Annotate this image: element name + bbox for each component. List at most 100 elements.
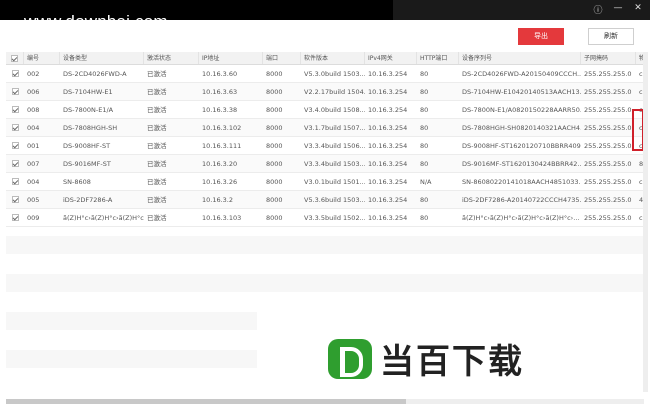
info-icon[interactable]: ⓘ	[592, 3, 604, 16]
empty-row	[6, 350, 257, 368]
column-header[interactable]: HTTP端口	[417, 52, 459, 64]
horizontal-scrollbar[interactable]	[6, 399, 644, 404]
select-all-cell	[6, 52, 24, 64]
table-cell: 8000	[266, 106, 283, 114]
row-select-cell	[6, 137, 24, 154]
table-row[interactable]: 007 DS-9016MF-ST 已激活 10.16.3.20 8000 V3.3.4bu…	[6, 155, 644, 173]
table-cell: V3.3.4build 1503...	[304, 160, 365, 168]
scrollbar-thumb[interactable]	[6, 399, 406, 404]
table-cell: 已激活	[147, 214, 167, 222]
table-cell: 已激活	[147, 178, 167, 186]
column-header[interactable]: 编号	[24, 52, 60, 64]
table-cell: 8000	[266, 88, 283, 96]
table-cell: DS-7104HW-E10420140513AACH13...	[462, 88, 581, 96]
row-checkbox[interactable]	[12, 88, 19, 95]
table-row[interactable]: 002 DS-2CD4026FWD-A 已激活 10.16.3.60 8000 V5.3.…	[6, 65, 644, 83]
table-cell: 255.255.255.0	[584, 88, 632, 96]
table-cell: V5.3.0build 1503...	[304, 70, 365, 78]
table-cell: 8000	[266, 160, 283, 168]
table-cell: V3.0.1build 1501...	[304, 178, 365, 186]
table-cell: 10.16.3.254	[368, 142, 408, 150]
table-row[interactable]: 006 DS-7104HW-E1 已激活 10.16.3.63 8000 V2.2.17b…	[6, 83, 644, 101]
table-cell: V3.1.7build 1507...	[304, 124, 365, 132]
table-cell: 10.16.3.102	[202, 124, 242, 132]
table-cell: 10.16.3.103	[202, 214, 242, 222]
table-cell: 255.255.255.0	[584, 178, 632, 186]
column-header[interactable]: 软件版本	[301, 52, 365, 64]
table-cell: 255.255.255.0	[584, 142, 632, 150]
table-cell: V3.3.5build 1502...	[304, 214, 365, 222]
table-cell: 001	[27, 142, 40, 150]
row-select-cell	[6, 209, 24, 226]
table-cell: DS-7808HGH-SH	[63, 124, 118, 132]
column-header[interactable]: 子网掩码	[581, 52, 636, 64]
column-header[interactable]: 端口	[263, 52, 301, 64]
row-checkbox[interactable]	[12, 70, 19, 77]
column-header[interactable]: 设备类型	[60, 52, 144, 64]
export-button[interactable]: 导出	[518, 28, 564, 45]
table-row[interactable]: 008 DS-7800N-E1/A 已激活 10.16.3.38 8000 V3.4.0b…	[6, 101, 644, 119]
table-row[interactable]: 005 iDS-2DF7286-A 已激活 10.16.3.2 8000 V5.3.6bu…	[6, 191, 644, 209]
table-cell: 10.16.3.254	[368, 106, 408, 114]
table-row[interactable]: 009 ã(Z)H°c›ã(Z)H°c›ã(Z)H°c... 已激活 10.16.3.…	[6, 209, 644, 227]
table-cell: 255.255.255.0	[584, 214, 632, 222]
table-cell: 10.16.3.38	[202, 106, 238, 114]
table-cell: 80	[420, 70, 429, 78]
row-checkbox[interactable]	[12, 160, 19, 167]
empty-row	[6, 274, 644, 292]
row-checkbox[interactable]	[12, 214, 19, 221]
table-cell: 10.16.3.254	[368, 88, 408, 96]
table-row[interactable]: 004 DS-7808HGH-SH 已激活 10.16.3.102 8000 V3.1.7…	[6, 119, 644, 137]
table-cell: ã(Z)H°c›ã(Z)H°c›ã(Z)H°c...	[63, 214, 144, 222]
brand-logo-icon	[328, 338, 372, 379]
table-cell: 8000	[266, 142, 283, 150]
table-cell: 004	[27, 178, 40, 186]
table-cell: 10.16.3.254	[368, 70, 408, 78]
table-cell: 006	[27, 88, 40, 96]
close-icon[interactable]: ✕	[632, 3, 644, 16]
table-cell: 8000	[266, 214, 283, 222]
row-checkbox[interactable]	[12, 178, 19, 185]
table-cell: 255.255.255.0	[584, 106, 632, 114]
table-cell: DS-9016MF-ST1620130424BBRR42...	[462, 160, 581, 168]
row-checkbox[interactable]	[12, 106, 19, 113]
table-cell: 002	[27, 70, 40, 78]
table-cell: iDS-2DF7286-A20140722CCCH4735...	[462, 196, 581, 204]
table-cell: 255.255.255.0	[584, 70, 632, 78]
table-cell: 80	[420, 142, 429, 150]
row-checkbox[interactable]	[12, 196, 19, 203]
table-row[interactable]: 004 SN-8608 已激活 10.16.3.26 8000 V3.0.1build 1…	[6, 173, 644, 191]
table-cell: 10.16.3.254	[368, 214, 408, 222]
table-cell: V5.3.6build 1503...	[304, 196, 365, 204]
table-row[interactable]: 001 DS-9008HF-ST 已激活 10.16.3.111 8000 V3.3.4b…	[6, 137, 644, 155]
table-cell: DS-9016MF-ST	[63, 160, 111, 168]
table-cell: 009	[27, 214, 40, 222]
column-header[interactable]: 激活状态	[144, 52, 199, 64]
table-cell: 10.16.3.111	[202, 142, 242, 150]
table-cell: 80	[420, 124, 429, 132]
table-cell: 已激活	[147, 88, 167, 96]
column-header[interactable]: 设备序列号	[459, 52, 581, 64]
table-cell: DS-9008HF-ST	[63, 142, 111, 150]
table-cell: 8000	[266, 124, 283, 132]
select-all-checkbox[interactable]	[11, 55, 18, 62]
table-cell: DS-7104HW-E1	[63, 88, 113, 96]
table-cell: DS-2CD4026FWD-A	[63, 70, 127, 78]
refresh-button[interactable]: 刷新	[588, 28, 634, 45]
table-cell: 80	[420, 106, 429, 114]
table-cell: 已激活	[147, 70, 167, 78]
column-header[interactable]: IPv4网关	[365, 52, 417, 64]
row-select-cell	[6, 173, 24, 190]
row-select-cell	[6, 119, 24, 136]
table-cell: 8000	[266, 178, 283, 186]
table-cell: 255.255.255.0	[584, 196, 632, 204]
vertical-scrollbar[interactable]	[643, 52, 648, 392]
row-checkbox[interactable]	[12, 142, 19, 149]
minimize-icon[interactable]: —	[612, 3, 624, 16]
table-cell: 已激活	[147, 142, 167, 150]
table-cell: 10.16.3.254	[368, 196, 408, 204]
table-cell: V3.4.0build 1508...	[304, 106, 365, 114]
table-cell: 10.16.3.60	[202, 70, 238, 78]
row-checkbox[interactable]	[12, 124, 19, 131]
column-header[interactable]: IP地址	[199, 52, 263, 64]
